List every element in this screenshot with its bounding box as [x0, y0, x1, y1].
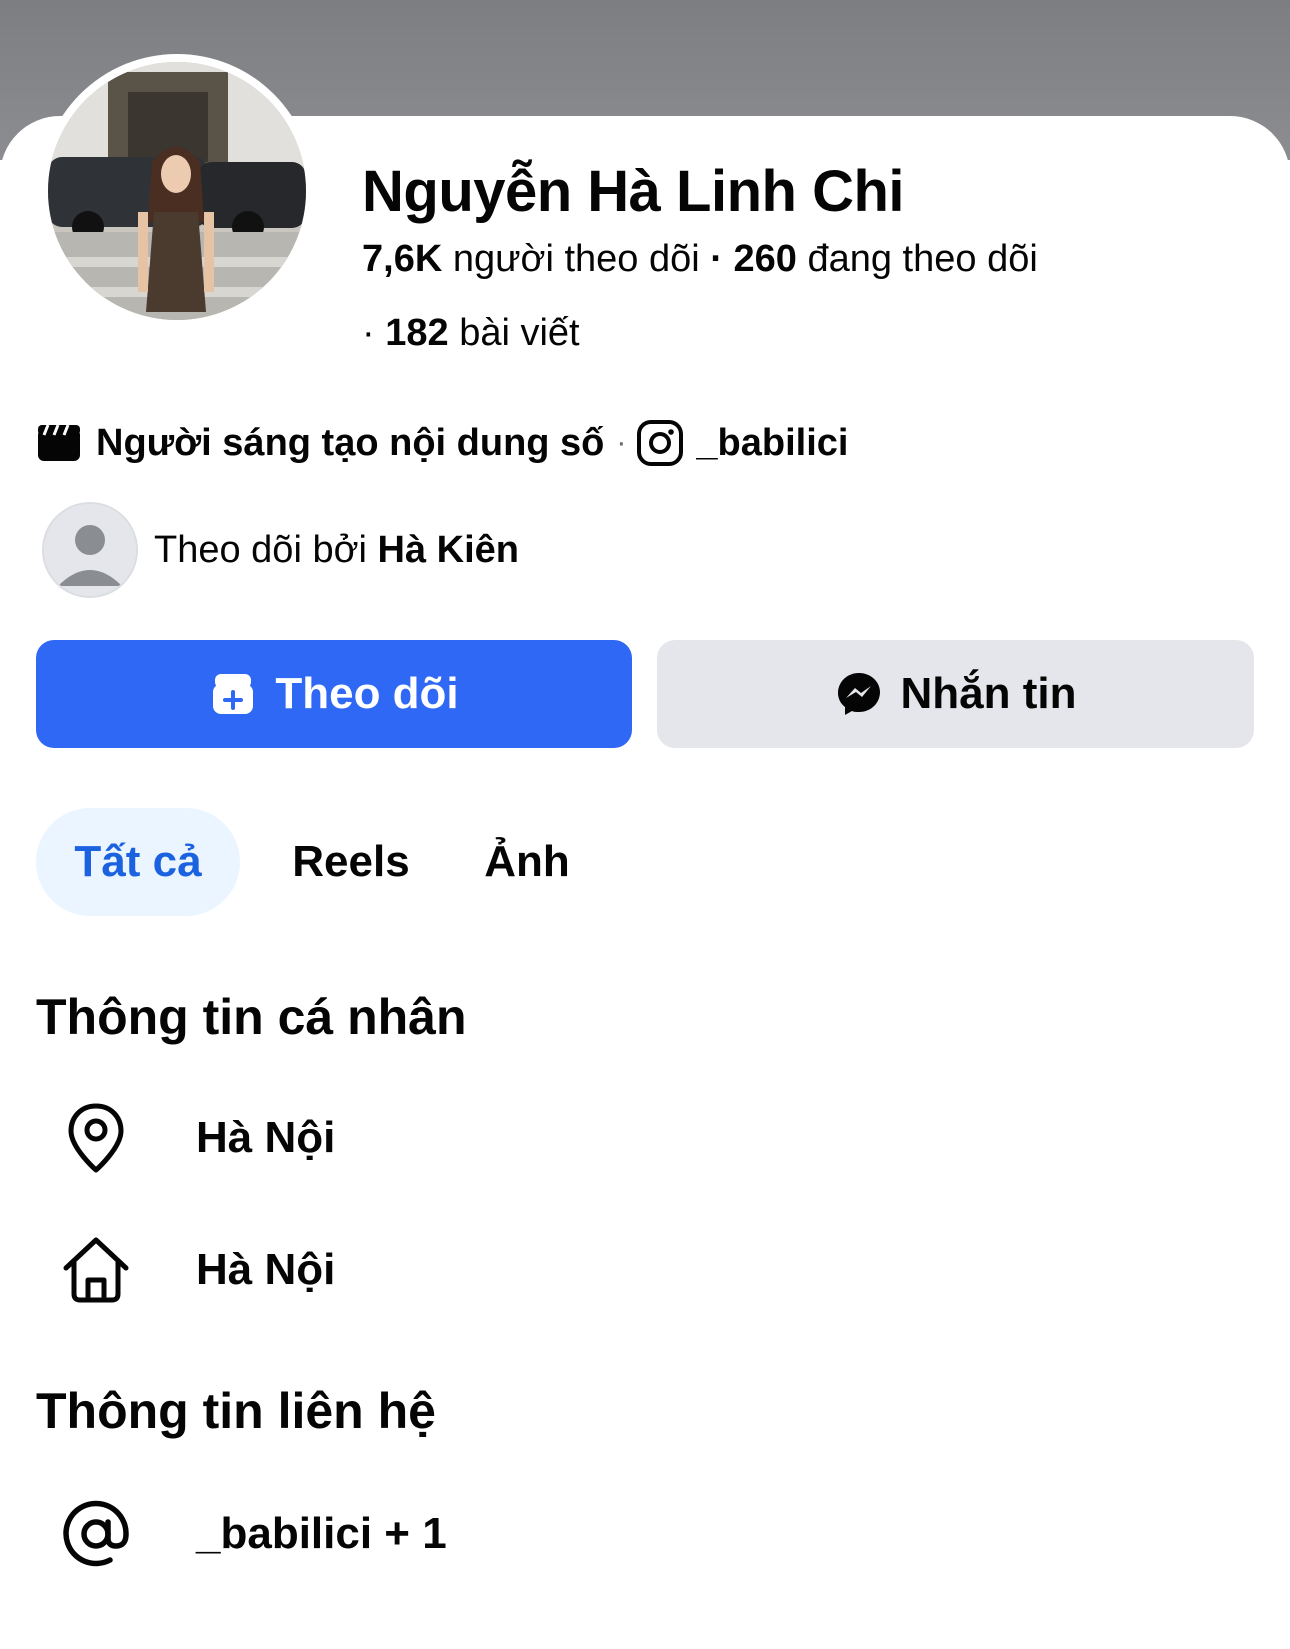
current-city-value: Hà Nội	[196, 1113, 336, 1162]
hometown-value: Hà Nội	[196, 1245, 336, 1294]
followed-by-prefix: Theo dõi bởi	[154, 528, 367, 571]
tab-photos[interactable]: Ảnh	[462, 808, 592, 916]
followers-count[interactable]: 7,6K	[362, 238, 442, 280]
hometown-row: Hà Nội	[60, 1230, 335, 1310]
messenger-icon	[835, 670, 883, 718]
clapperboard-icon	[36, 423, 82, 463]
posts-count: 182	[385, 312, 449, 354]
map-pin-icon	[60, 1102, 132, 1174]
current-city-row: Hà Nội	[60, 1098, 335, 1178]
posts-label: bài viết	[459, 312, 580, 354]
followers-label[interactable]: người theo dõi	[453, 238, 700, 280]
tab-all[interactable]: Tất cả	[36, 808, 240, 916]
category-separator: ·	[616, 426, 627, 459]
follow-button[interactable]: Theo dõi	[36, 640, 632, 748]
profile-stats: 7,6K người theo dõi · 260 đang theo dõi	[362, 238, 1038, 281]
followed-by-name[interactable]: Hà Kiên	[378, 529, 519, 572]
contact-handle-row[interactable]: _babilici + 1	[60, 1494, 447, 1574]
at-sign-icon	[60, 1498, 132, 1570]
profile-name: Nguyễn Hà Linh Chi	[362, 159, 905, 224]
contact-info-title: Thông tin liên hệ	[36, 1383, 436, 1439]
followed-by-row[interactable]: Theo dõi bởi Hà Kiên	[42, 502, 519, 598]
instagram-handle-link[interactable]: _babilici	[696, 422, 848, 465]
creator-row: Người sáng tạo nội dung số · _babilici	[36, 418, 848, 468]
tab-reels[interactable]: Reels	[266, 808, 436, 916]
instagram-icon	[636, 419, 684, 467]
posts-prefix: ·	[362, 312, 375, 354]
profile-posts: · 182 bài viết	[362, 312, 580, 355]
profile-avatar[interactable]	[48, 62, 306, 320]
following-count[interactable]: 260	[733, 238, 796, 280]
category-label: Người sáng tạo nội dung số	[96, 421, 605, 464]
personal-info-title: Thông tin cá nhân	[36, 989, 467, 1045]
mutual-avatar[interactable]	[42, 502, 138, 598]
home-icon	[60, 1234, 132, 1306]
follow-label: Theo dõi	[275, 669, 459, 718]
contact-handle-value[interactable]: _babilici + 1	[196, 1509, 447, 1559]
follow-plus-icon	[209, 670, 257, 718]
following-label[interactable]: đang theo dõi	[807, 238, 1037, 280]
message-button[interactable]: Nhắn tin	[657, 640, 1254, 748]
stats-separator: ·	[710, 238, 723, 280]
message-label: Nhắn tin	[900, 669, 1077, 718]
